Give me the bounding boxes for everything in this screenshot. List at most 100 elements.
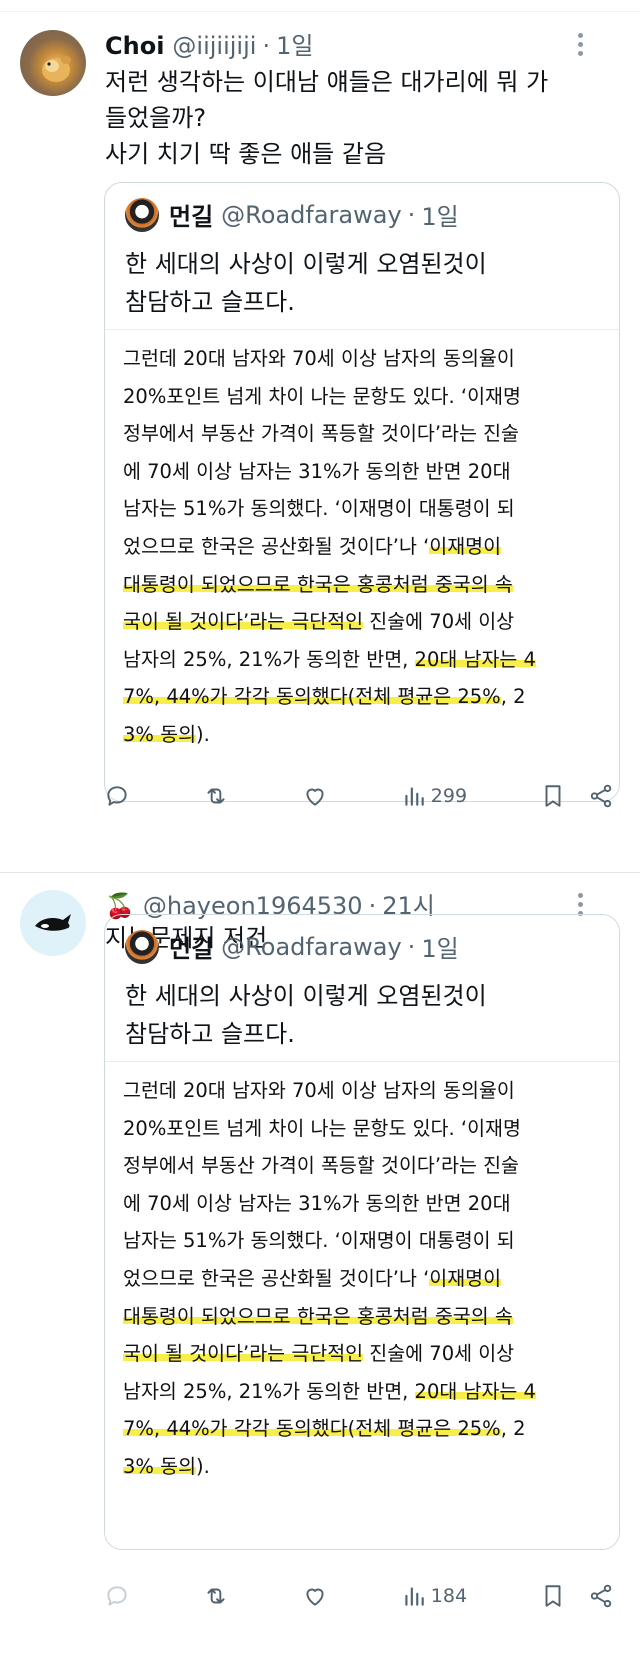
like-button[interactable] [302,1583,328,1609]
reply-button[interactable] [104,1583,130,1609]
article-line: 었으므로 한국은 공산화될 것이다’나 ‘이재명이 [123,528,601,566]
quote-text-line: 한 세대의 사상이 이렇게 오염된것이 [125,982,487,1010]
article-text-segment: 20%포인트 넘게 차이 나는 문항도 있다. ‘이재명 [123,1116,521,1140]
quote-timestamp: 1일 [421,935,459,963]
quote-tweet[interactable]: 먼길 @Roadfaraway · 1일 한 세대의 사상이 이렇게 오염된것이… [104,182,620,802]
article-line: 었으므로 한국은 공산화될 것이다’나 ‘이재명이 [123,1260,601,1298]
tweet[interactable]: 🍒 @hayeon1964530 · 21시 지능문제지 저건 먼길 @Road… [0,872,640,1658]
views-icon [405,1587,424,1606]
article-line: 7%, 44%가 각각 동의했다(전체 평균은 25%, 2 [123,678,601,716]
retweet-button[interactable] [203,1583,229,1609]
share-icon [590,1584,612,1608]
article-text: 그런데 20대 남자와 70세 이상 남자의 동의율이 20%포인트 넘게 차이 … [123,340,601,754]
bookmark-button[interactable] [540,1583,566,1609]
article-line: 20%포인트 넘게 차이 나는 문항도 있다. ‘이재명 [123,378,601,416]
article-line: 에 70세 이상 남자는 31%가 동의한 반면 20대 [123,1185,601,1223]
quote-header: 먼길 @Roadfaraway · 1일 [125,929,459,964]
article-text-segment: , 2 [500,685,526,709]
highlighted-text: 3% 동의 [123,1454,197,1478]
highlighted-text: 20대 남자는 4 [414,647,536,671]
quote-avatar [125,929,159,964]
article-screenshot-image[interactable]: 그런데 20대 남자와 70세 이상 남자의 동의율이 20%포인트 넘게 차이 … [105,1062,619,1549]
like-button[interactable] [302,783,328,809]
highlighted-text: 이재명이 [429,534,502,558]
highlighted-text: 국이 될 것이다’라는 극단적인 [123,1342,364,1366]
action-bar: 299 [104,776,614,816]
share-button[interactable] [588,1583,614,1609]
article-line: 남자의 25%, 21%가 동의한 반면, 20대 남자는 4 [123,641,601,679]
quote-tweet[interactable]: 먼길 @Roadfaraway · 1일 한 세대의 사상이 이렇게 오염된것이… [104,914,620,1550]
quote-timestamp: 1일 [421,203,459,231]
highlighted-text: 이재명이 [429,1266,502,1290]
heart-icon [306,788,324,806]
retweet-button[interactable] [203,783,229,809]
tweet-text-line: 들었을까? [105,104,207,132]
handle[interactable]: @iijiijiji [172,32,256,60]
article-text-segment: 20%포인트 넘게 차이 나는 문항도 있다. ‘이재명 [123,384,521,408]
views-count: 299 [430,785,468,807]
highlighted-text: 대통령이 되었으므로 한국은 홍콩처럼 중국의 속 [123,1304,513,1328]
highlighted-text: 3% 동의 [123,722,197,746]
reply-button[interactable] [104,783,130,809]
article-text-segment: ). [196,1454,210,1478]
separator-dot: · [407,932,416,961]
retweet-icon [207,788,225,804]
separator-dot: · [407,200,416,229]
article-text-segment: 그런데 20대 남자와 70세 이상 남자의 동의율이 [123,1079,515,1102]
bookmark-button[interactable] [540,783,566,809]
article-screenshot-image[interactable]: 그런데 20대 남자와 70세 이상 남자의 동의율이 20%포인트 넘게 차이 … [105,330,619,801]
article-text-segment: 에 70세 이상 남자는 31%가 동의한 반면 20대 [123,1191,511,1215]
article-line: 에 70세 이상 남자는 31%가 동의한 반면 20대 [123,453,601,491]
article-text-segment: 남자의 25%, 21%가 동의한 반면, [123,647,415,671]
article-line: 남자는 51%가 동의했다. ‘이재명이 대통령이 되 [123,490,601,528]
article-text-segment: 정부에서 부동산 가격이 폭등할 것이다’라는 진술 [123,422,519,446]
quote-text: 한 세대의 사상이 이렇게 오염된것이 참담하고 슬프다. [125,977,595,1053]
article-text-segment: , 2 [500,1417,526,1441]
views-button[interactable]: 299 [401,783,467,809]
article-line: 정부에서 부동산 가격이 폭등할 것이다’라는 진술 [123,1147,601,1185]
article-text-segment: ). [196,722,210,746]
action-bar: 184 [104,1576,614,1616]
views-icon [405,787,424,806]
reply-icon [107,1586,127,1606]
views-button[interactable]: 184 [401,1583,467,1609]
article-line: 남자의 25%, 21%가 동의한 반면, 20대 남자는 4 [123,1373,601,1411]
heart-icon [306,1588,324,1606]
article-line: 20%포인트 넘게 차이 나는 문항도 있다. ‘이재명 [123,1110,601,1148]
avatar[interactable] [20,30,86,96]
article-text-segment: 그런데 20대 남자와 70세 이상 남자의 동의율이 [123,347,515,370]
reply-icon [107,786,127,806]
article-text-segment: 진술에 70세 이상 [363,610,515,634]
quote-text-line: 참담하고 슬프다. [125,288,295,316]
article-text-segment: 었으므로 한국은 공산화될 것이다’나 ‘ [123,1266,430,1290]
highlighted-text: 20대 남자는 4 [414,1379,536,1403]
article-line: 대통령이 되었으므로 한국은 홍콩처럼 중국의 속 [123,1298,601,1336]
article-text-segment: 남자는 51%가 동의했다. ‘이재명이 대통령이 되 [123,497,515,521]
article-line: 국이 될 것이다’라는 극단적인 진술에 70세 이상 [123,1335,601,1373]
article-text-segment: 었으므로 한국은 공산화될 것이다’나 ‘ [123,534,430,558]
highlighted-text: 대통령이 되었으므로 한국은 홍콩처럼 중국의 속 [123,572,513,596]
quote-handle: @Roadfaraway [221,200,402,229]
share-icon [590,784,612,808]
article-line: 남자는 51%가 동의했다. ‘이재명이 대통령이 되 [123,1222,601,1260]
tweet[interactable]: Choi @iijiijiji · 1일 저런 생각하는 이대남 얘들은 대가리… [0,12,640,872]
top-divider [0,0,640,12]
article-text-segment: 정부에서 부동산 가격이 폭등할 것이다’라는 진술 [123,1154,519,1178]
tweet-text-line: 사기 치기 딱 좋은 애들 같음 [105,140,387,168]
quote-display-name: 먼길 [169,935,214,963]
article-line: 3% 동의). [123,716,601,754]
tweet-text: 저런 생각하는 이대남 얘들은 대가리에 뭐 가 들었을까? 사기 치기 딱 좋… [105,64,605,172]
quote-display-name: 먼길 [169,203,214,231]
action-group-right [540,1583,614,1609]
article-text-segment: 진술에 70세 이상 [363,1342,515,1366]
tweet-header: Choi @iijiijiji · 1일 [105,26,313,60]
share-button[interactable] [588,783,614,809]
display-name[interactable]: Choi [105,32,164,60]
timestamp[interactable]: 1일 [276,26,313,61]
tweet-text-line: 저런 생각하는 이대남 얘들은 대가리에 뭐 가 [105,68,549,96]
retweet-icon [207,1588,225,1604]
article-line: 7%, 44%가 각각 동의했다(전체 평균은 25%, 2 [123,1410,601,1448]
avatar[interactable] [20,890,86,956]
more-icon[interactable] [568,30,592,60]
article-text-segment: 에 70세 이상 남자는 31%가 동의한 반면 20대 [123,459,511,483]
